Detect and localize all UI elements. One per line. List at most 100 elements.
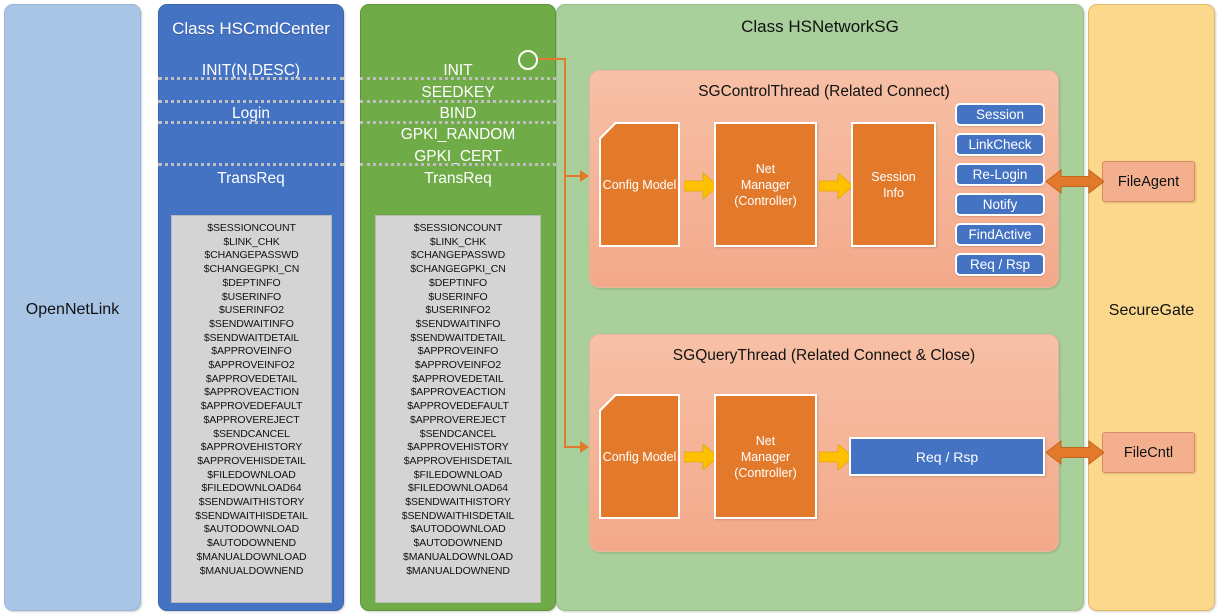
- command-item: $APPROVEDETAIL: [205, 372, 298, 385]
- connector-arrow-control: [580, 170, 589, 182]
- command-item: $APPROVEREJECT: [409, 413, 507, 426]
- config-model-control-label: Config Model: [601, 124, 678, 245]
- hs-net-inner-line-gpki-random: GPKI_RANDOM: [400, 126, 516, 143]
- button-linkcheck[interactable]: LinkCheck: [955, 133, 1045, 156]
- command-item: $SENDWAITHISDETAIL: [195, 509, 308, 522]
- divider-netinner-4: [360, 163, 556, 166]
- command-item: $SENDWAITDETAIL: [203, 331, 300, 344]
- command-item: $AUTODOWNLOAD: [410, 523, 506, 536]
- secure-gate-label: SecureGate: [1108, 302, 1195, 319]
- command-item: $MANUALDOWNEND: [199, 564, 304, 577]
- command-item: $LINK_CHK: [223, 235, 280, 248]
- command-item: $FILEDOWNLOAD64: [407, 482, 509, 495]
- flow-arrow-control-1: [684, 173, 718, 199]
- command-item: $DEPTINFO: [222, 276, 281, 289]
- flow-arrow-query-1: [684, 444, 718, 470]
- command-item: $APPROVEINFO: [417, 345, 499, 358]
- command-item: $CHANGEPASSWD: [204, 249, 299, 262]
- button-reqrsp-control-label: Req / Rsp: [969, 257, 1031, 272]
- command-item: $APPROVEINFO2: [208, 359, 295, 372]
- net-manager-query[interactable]: Net Manager (Controller): [714, 394, 817, 519]
- button-reqrsp-query-label: Req / Rsp: [915, 448, 979, 465]
- connector-vertical-trunk: [564, 58, 566, 448]
- hs-cmd-center-line-transreq: TransReq: [217, 170, 285, 187]
- command-item: $APPROVEACTION: [204, 386, 299, 399]
- hs-net-inner-line-transreq: TransReq: [424, 170, 492, 187]
- button-session-label: Session: [975, 107, 1025, 122]
- command-item: $APPROVEDETAIL: [412, 372, 504, 385]
- hs-network-sg-title: Class HSNetworkSG: [741, 17, 899, 36]
- connector-circle-horizontal: [538, 58, 566, 60]
- file-agent-box[interactable]: FileAgent: [1102, 161, 1195, 202]
- command-item: $SESSIONCOUNT: [413, 222, 503, 234]
- command-item: $APPROVEHISDETAIL: [197, 454, 306, 467]
- command-item: $USERINFO: [221, 290, 282, 303]
- session-info-box[interactable]: Session Info: [851, 122, 936, 247]
- command-item: $AUTODOWNEND: [413, 537, 503, 550]
- command-item: $FILEDOWNLOAD64: [201, 482, 302, 495]
- config-model-query-label: Config Model: [601, 396, 678, 517]
- net-manager-control[interactable]: Net Manager (Controller): [714, 122, 817, 247]
- command-item: $DEPTINFO: [428, 276, 488, 289]
- button-notify[interactable]: Notify: [955, 193, 1045, 216]
- session-info-label: Session Info: [871, 169, 916, 200]
- connector-arrow-query: [580, 441, 589, 453]
- divider-cmdcenter-1: [158, 77, 344, 80]
- button-findactive-label: FindActive: [968, 227, 1032, 242]
- button-relogin[interactable]: Re-Login: [955, 163, 1045, 186]
- sg-control-thread-title: SGControlThread (Related Connect): [698, 83, 950, 100]
- config-model-query[interactable]: Config Model: [599, 394, 680, 519]
- command-item: $MANUALDOWNEND: [406, 564, 510, 577]
- sg-query-thread-title: SGQueryThread (Related Connect & Close): [672, 347, 976, 364]
- command-item: $APPROVEACTION: [410, 386, 506, 399]
- divider-cmdcenter-3: [158, 121, 344, 124]
- command-item: $SENDCANCEL: [419, 427, 497, 440]
- command-item: $FILEDOWNLOAD: [207, 468, 296, 481]
- command-item: $AUTODOWNLOAD: [203, 523, 300, 536]
- command-item: $AUTODOWNEND: [206, 537, 297, 550]
- command-item: $SENDWAITDETAIL: [410, 331, 506, 344]
- button-reqrsp-control[interactable]: Req / Rsp: [955, 253, 1045, 276]
- command-item: $APPROVEINFO: [211, 345, 292, 358]
- command-item: $CHANGEPASSWD: [410, 249, 506, 262]
- command-item: $APPROVEREJECT: [203, 413, 300, 426]
- button-relogin-label: Re-Login: [972, 167, 1028, 182]
- command-item: $MANUALDOWNLOAD: [196, 550, 307, 563]
- command-item: $SENDWAITHISTORY: [198, 496, 305, 509]
- button-session[interactable]: Session: [955, 103, 1045, 126]
- config-model-control[interactable]: Config Model: [599, 122, 680, 247]
- panel-open-net-link[interactable]: OpenNetLink: [4, 4, 141, 611]
- init-circle-icon: [518, 50, 538, 70]
- diagram-canvas: OpenNetLink Class HSCmdCenter INIT(N,DES…: [0, 0, 1219, 615]
- command-item: $SENDWAITINFO: [415, 317, 501, 330]
- command-list-cmdcenter[interactable]: $SESSIONCOUNT $LINK_CHK $CHANGEPASSWD $CHAN…: [171, 215, 332, 603]
- flow-arrow-control-2: [819, 173, 853, 199]
- button-linkcheck-label: LinkCheck: [968, 137, 1032, 152]
- file-agent-label: FileAgent: [1117, 173, 1180, 190]
- button-reqrsp-query[interactable]: Req / Rsp: [849, 437, 1045, 476]
- divider-netinner-1: [360, 77, 556, 80]
- command-item: $APPROVEDEFAULT: [407, 400, 509, 413]
- command-item: $USERINFO2: [425, 304, 491, 317]
- divider-netinner-2: [360, 100, 556, 103]
- command-item: $LINK_CHK: [429, 235, 487, 248]
- button-findactive[interactable]: FindActive: [955, 223, 1045, 246]
- divider-cmdcenter-2: [158, 100, 344, 103]
- command-item: $SENDWAITINFO: [209, 317, 294, 330]
- double-arrow-file-cntl: [1046, 439, 1104, 466]
- divider-netinner-3: [360, 121, 556, 124]
- command-item: $SENDCANCEL: [213, 427, 290, 440]
- open-net-link-label: OpenNetLink: [25, 301, 120, 318]
- net-manager-query-label: Net Manager (Controller): [734, 433, 797, 480]
- file-cntl-label: FileCntl: [1123, 444, 1174, 461]
- hs-cmd-center-title: Class HSCmdCenter: [172, 19, 330, 38]
- command-list-networksg[interactable]: $SESSIONCOUNT $LINK_CHK $CHANGEPASSWD $CHAN…: [375, 215, 541, 603]
- command-item: $USERINFO: [428, 290, 488, 303]
- panel-secure-gate[interactable]: SecureGate: [1088, 4, 1215, 611]
- command-item: $FILEDOWNLOAD: [413, 468, 503, 481]
- command-item: $APPROVEDEFAULT: [200, 400, 303, 413]
- file-cntl-box[interactable]: FileCntl: [1102, 432, 1195, 473]
- command-item: $SENDWAITHISTORY: [405, 496, 511, 509]
- command-item: $APPROVEINFO2: [414, 359, 502, 372]
- flow-arrow-query-2: [819, 444, 853, 470]
